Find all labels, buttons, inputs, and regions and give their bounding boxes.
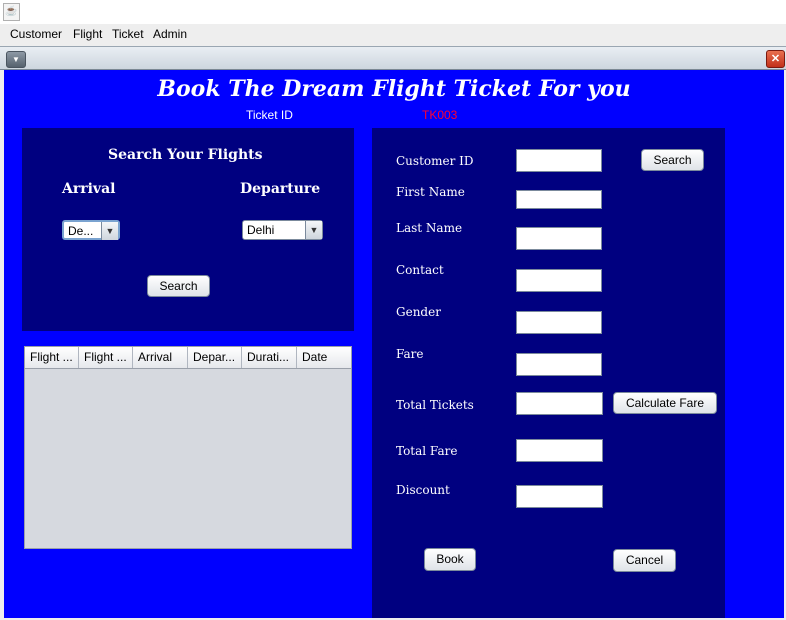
discount-field[interactable] [516,485,603,508]
last-name-label: Last Name [396,221,463,235]
gender-field[interactable] [516,311,602,334]
customer-search-button[interactable]: Search [641,149,704,171]
last-name-field[interactable] [516,227,602,250]
first-name-field[interactable] [516,190,602,209]
menu-customer[interactable]: Customer [10,27,62,41]
fare-label: Fare [396,347,424,361]
column-header[interactable]: Durati... [242,347,297,368]
column-header[interactable]: Flight ... [25,347,79,368]
total-fare-field[interactable] [516,439,603,462]
book-button[interactable]: Book [424,548,476,571]
ticket-id-label: Ticket ID [246,108,293,122]
search-panel-title: Search Your Flights [108,147,263,163]
first-name-label: First Name [396,185,465,199]
menu-ticket[interactable]: Ticket [112,27,144,41]
arrival-select-value: De... [68,224,94,238]
arrival-label: Arrival [62,181,116,197]
departure-select[interactable]: Delhi ▼ [242,220,323,240]
departure-label: Departure [240,181,321,197]
menu-admin[interactable]: Admin [153,27,187,41]
column-header[interactable]: Date [297,347,351,368]
total-fare-label: Total Fare [396,444,458,458]
window-title-bar: ☕ [0,0,786,24]
booking-form-panel: Customer ID Search First Name Last Name … [372,128,725,618]
search-flights-button[interactable]: Search [147,275,210,297]
chevron-down-icon[interactable]: ▼ [305,221,322,239]
cancel-button[interactable]: Cancel [613,549,676,572]
internal-frame-bar: ▼ ✕ [0,46,786,70]
menu-bar: Customer Flight Ticket Admin [0,24,786,45]
total-tickets-label: Total Tickets [396,398,474,412]
arrival-select[interactable]: De... ▼ [62,220,120,240]
flight-search-panel: Search Your Flights Arrival Departure De… [22,128,354,331]
system-menu-icon[interactable]: ▼ [6,51,26,68]
booking-content: Book The Dream Flight Ticket For you Tic… [4,70,784,618]
ticket-id-value: TK003 [422,108,458,122]
gender-label: Gender [396,305,441,319]
column-header[interactable]: Flight ... [79,347,133,368]
discount-label: Discount [396,483,450,497]
java-app-icon: ☕ [3,3,20,21]
column-header[interactable]: Arrival [133,347,188,368]
total-tickets-field[interactable] [516,392,603,415]
column-header[interactable]: Depar... [188,347,242,368]
customer-id-field[interactable] [516,149,602,172]
fare-field[interactable] [516,353,602,376]
page-title: Book The Dream Flight Ticket For you [157,76,631,102]
close-icon[interactable]: ✕ [766,50,785,68]
contact-label: Contact [396,263,444,277]
flights-table[interactable]: Flight ... Flight ... Arrival Depar... D… [24,346,352,549]
table-header: Flight ... Flight ... Arrival Depar... D… [25,347,351,369]
menu-flight[interactable]: Flight [73,27,102,41]
departure-select-value: Delhi [247,223,275,237]
contact-field[interactable] [516,269,602,292]
calculate-fare-button[interactable]: Calculate Fare [613,392,717,414]
customer-id-label: Customer ID [396,154,474,168]
chevron-down-icon[interactable]: ▼ [101,222,118,240]
